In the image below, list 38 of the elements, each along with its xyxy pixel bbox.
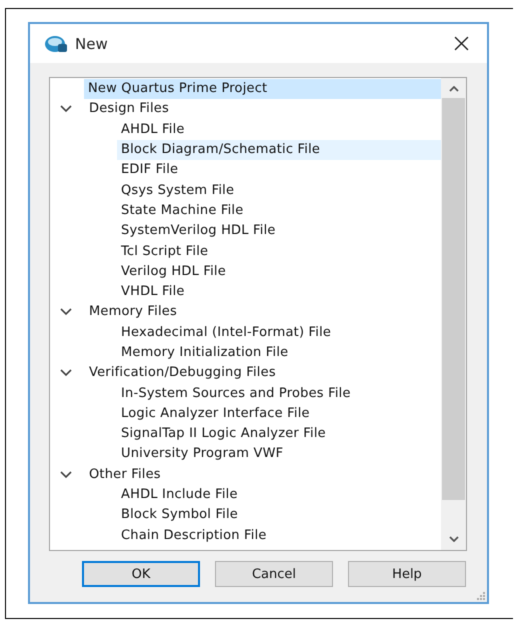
chevron-down-icon[interactable] bbox=[60, 470, 72, 479]
tree-item[interactable]: Verification/Debugging Files bbox=[85, 363, 280, 384]
tree-item[interactable]: Qsys System File bbox=[117, 180, 238, 201]
tree-item[interactable]: New Quartus Prime Project bbox=[84, 79, 441, 100]
dialog-button[interactable]: Cancel bbox=[215, 561, 333, 587]
scroll-down-icon[interactable] bbox=[448, 536, 458, 542]
tree-item[interactable]: Other Files bbox=[85, 464, 165, 485]
tree-item[interactable]: AHDL File bbox=[117, 120, 189, 140]
tree-item[interactable]: SignalTap II Logic Analyzer File bbox=[117, 424, 330, 444]
tree-item[interactable]: Memory Initialization File bbox=[117, 343, 292, 363]
tree-item[interactable]: State Machine File bbox=[117, 200, 248, 221]
tree-item[interactable]: Block Diagram/Schematic File bbox=[117, 140, 441, 160]
app-icon bbox=[44, 34, 68, 54]
tree-item[interactable]: In-System Sources and Probes File bbox=[117, 384, 355, 404]
dialog-button[interactable]: OK bbox=[82, 561, 200, 587]
chevron-down-icon[interactable] bbox=[60, 308, 72, 316]
dialog-button[interactable]: Help bbox=[348, 561, 466, 587]
scrollbar[interactable] bbox=[441, 78, 466, 550]
tree-item[interactable]: Tcl Script File bbox=[117, 242, 212, 262]
tree-item[interactable]: Chain Description File bbox=[117, 526, 271, 546]
tree-item[interactable]: Hexadecimal (Intel-Format) File bbox=[117, 322, 336, 343]
tree-item[interactable]: Memory Files bbox=[85, 302, 181, 322]
scroll-up-icon[interactable] bbox=[448, 86, 458, 92]
tree-item[interactable]: Design Files bbox=[85, 99, 173, 120]
tree-item[interactable]: VHDL File bbox=[117, 282, 189, 302]
tree-item[interactable]: Logic Analyzer Interface File bbox=[117, 404, 314, 424]
resize-grip-icon[interactable] bbox=[476, 591, 485, 600]
tree-item[interactable]: SystemVerilog HDL File bbox=[117, 221, 280, 242]
chevron-down-icon[interactable] bbox=[60, 105, 72, 114]
chevron-down-icon[interactable] bbox=[60, 369, 72, 378]
tree-item[interactable]: University Program VWF bbox=[117, 444, 288, 464]
tree-item[interactable]: Verilog HDL File bbox=[117, 262, 230, 282]
scrollbar-thumb[interactable] bbox=[442, 98, 465, 500]
window-title: New bbox=[75, 34, 109, 52]
tree-item[interactable]: AHDL Include File bbox=[117, 485, 242, 506]
tree-item[interactable]: Block Symbol File bbox=[117, 505, 242, 526]
tree-item[interactable]: EDIF File bbox=[117, 160, 182, 180]
close-icon bbox=[454, 36, 468, 51]
